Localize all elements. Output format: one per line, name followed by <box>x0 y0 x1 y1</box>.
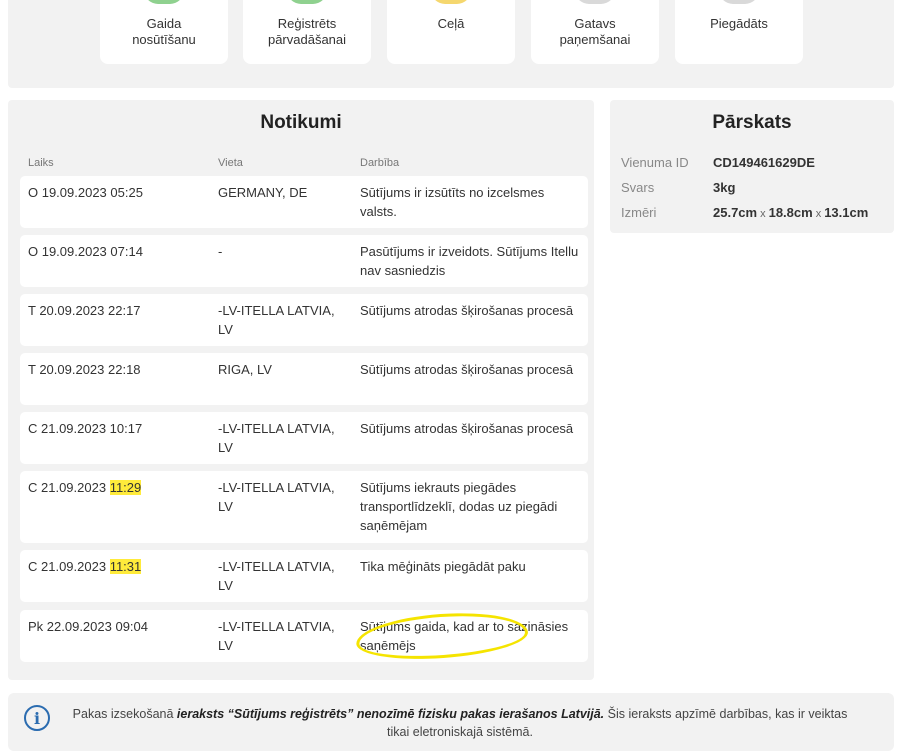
event-action: Sūtījums atrodas šķirošanas procesā <box>360 362 574 377</box>
status-dot <box>575 0 615 4</box>
event-row: C 21.09.2023 11:29 -LV-ITELLA LATVIA, LV… <box>20 471 588 543</box>
event-place: GERMANY, DE <box>218 185 308 200</box>
status-dot <box>287 0 327 4</box>
column-header-place: Vieta <box>218 157 243 169</box>
event-row: C 21.09.2023 10:17 -LV-ITELLA LATVIA, LV… <box>20 412 588 464</box>
status-step-label: Gatavs paņemšanai <box>559 16 631 47</box>
event-place: -LV-ITELLA LATVIA, LV <box>218 421 335 455</box>
dimensions-value: 25.7cm x 18.8cm x 13.1cm <box>713 205 869 220</box>
event-row: O 19.09.2023 05:25 GERMANY, DE Sūtījums … <box>20 176 588 228</box>
event-time: T 20.09.2023 22:17 <box>28 303 141 318</box>
event-time: T 20.09.2023 22:18 <box>28 362 141 377</box>
event-action: Tika mēģināts piegādāt paku <box>360 559 526 574</box>
item-id-value: CD149461629DE <box>713 155 815 170</box>
event-time: O 19.09.2023 07:14 <box>28 244 143 259</box>
event-time: Pk 22.09.2023 09:04 <box>28 619 148 634</box>
event-place: RIGA, LV <box>218 362 272 377</box>
status-dot <box>144 0 184 4</box>
event-action: Pasūtījums ir izveidots. Sūtījums Itellu… <box>360 244 579 278</box>
status-step-ready-pickup: Gatavs paņemšanai <box>531 0 659 64</box>
item-id-label: Vienuma ID <box>621 155 689 170</box>
event-time: C 21.09.2023 11:31 <box>28 559 142 574</box>
status-step-delivered: Piegādāts <box>675 0 803 64</box>
status-step-label: Piegādāts <box>710 16 768 31</box>
column-header-action: Darbība <box>360 157 400 169</box>
event-time: O 19.09.2023 05:25 <box>28 185 143 200</box>
weight-value: 3kg <box>713 180 736 195</box>
events-title: Notikumi <box>260 112 342 133</box>
info-icon: i <box>24 705 50 731</box>
event-place: -LV-ITELLA LATVIA, LV <box>218 303 335 337</box>
event-action: Sūtījums gaida, kad ar to sazināsies saņ… <box>360 619 569 653</box>
status-step-label: Reģistrēts pārvadāšanai <box>267 16 347 47</box>
status-step-label: Ceļā <box>437 16 465 31</box>
overview-title: Pārskats <box>712 112 792 133</box>
event-row: Pk 22.09.2023 09:04 -LV-ITELLA LATVIA, L… <box>20 608 588 664</box>
status-tracker: Gaida nosūtīšanu Reģistrēts pārvadāšanai… <box>8 0 894 88</box>
event-row: O 19.09.2023 07:14 - Pasūtījums ir izvei… <box>20 235 588 287</box>
status-step-label: Gaida nosūtīšanu <box>132 16 196 47</box>
time-highlight: 11:31 <box>109 559 142 574</box>
event-row: T 20.09.2023 22:18 RIGA, LV Sūtījums atr… <box>20 353 588 405</box>
status-step-registered: Reģistrēts pārvadāšanai <box>243 0 371 64</box>
status-dot <box>719 0 759 4</box>
notice-text: Pakas izsekošanā ieraksts “Sūtījums reģi… <box>72 707 848 739</box>
info-notice: i Pakas izsekošanā ieraksts “Sūtījums re… <box>8 693 894 751</box>
weight-label: Svars <box>621 180 655 195</box>
event-action: Sūtījums atrodas šķirošanas procesā <box>360 421 574 436</box>
event-row: C 21.09.2023 11:31 -LV-ITELLA LATVIA, LV… <box>20 550 588 602</box>
status-step-in-transit: Ceļā <box>387 0 515 64</box>
dimensions-label: Izmēri <box>621 205 657 220</box>
event-time: C 21.09.2023 11:29 <box>28 480 142 495</box>
events-panel: Notikumi Laiks Vieta Darbība O 19.09.202… <box>8 100 594 680</box>
event-place: -LV-ITELLA LATVIA, LV <box>218 559 335 593</box>
event-row: T 20.09.2023 22:17 -LV-ITELLA LATVIA, LV… <box>20 294 588 346</box>
event-place: -LV-ITELLA LATVIA, LV <box>218 619 335 653</box>
event-place: -LV-ITELLA LATVIA, LV <box>218 480 335 514</box>
overview-panel: Pārskats Vienuma ID CD149461629DE Svars … <box>610 100 894 233</box>
event-time: C 21.09.2023 10:17 <box>28 421 143 436</box>
status-dot <box>431 0 471 4</box>
event-action: Sūtījums ir izsūtīts no izcelsmes valsts… <box>360 185 545 219</box>
time-highlight: 11:29 <box>109 480 142 495</box>
column-header-time: Laiks <box>28 157 54 169</box>
event-action: Sūtījums iekrauts piegādes transportlīdz… <box>360 480 558 533</box>
event-action: Sūtījums atrodas šķirošanas procesā <box>360 303 574 318</box>
status-step-awaiting-dispatch: Gaida nosūtīšanu <box>100 0 228 64</box>
event-place: - <box>218 244 223 259</box>
